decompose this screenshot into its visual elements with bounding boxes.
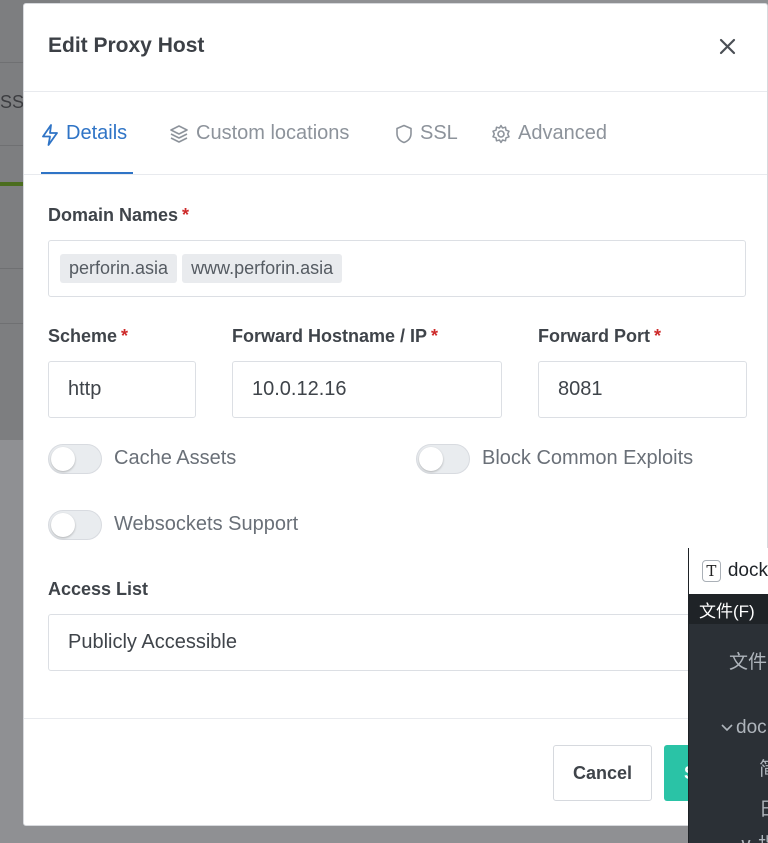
forward-port-label-text: Forward Port bbox=[538, 326, 651, 346]
tab-advanced[interactable]: Advanced bbox=[491, 122, 607, 174]
forward-hostname-value: 10.0.12.16 bbox=[252, 378, 347, 400]
file-manager-titlebar[interactable]: T dock bbox=[689, 548, 768, 594]
tab-custom-locations[interactable]: Custom locations bbox=[169, 122, 349, 174]
domain-tag[interactable]: www.perforin.asia bbox=[182, 254, 343, 283]
file-manager-row[interactable]: 文件 bbox=[729, 647, 767, 674]
file-manager-child[interactable]: 日 bbox=[759, 794, 768, 821]
required-mark: * bbox=[121, 326, 129, 346]
close-button[interactable] bbox=[715, 34, 739, 58]
domain-names-label-text: Domain Names bbox=[48, 205, 179, 225]
file-manager-title: dock bbox=[727, 560, 768, 581]
file-manager-child[interactable]: 简 bbox=[759, 754, 768, 781]
domain-tag[interactable]: perforin.asia bbox=[60, 254, 178, 283]
scheme-value: http bbox=[68, 378, 102, 400]
menu-file[interactable]: 文件(F) bbox=[699, 597, 755, 622]
required-mark: * bbox=[654, 326, 662, 346]
required-mark: * bbox=[431, 326, 439, 346]
bolt-icon bbox=[42, 124, 58, 146]
file-manager-child[interactable]: ∨ 指 bbox=[739, 830, 768, 843]
file-manager-window[interactable]: T dock 文件(F) 文件 doc 简 日 ∨ 指 bbox=[688, 548, 768, 843]
access-list-label: Access List bbox=[48, 579, 149, 599]
tab-details-label: Details bbox=[66, 122, 128, 144]
close-icon bbox=[719, 38, 735, 54]
layers-icon bbox=[170, 125, 188, 143]
access-list-value: Publicly Accessible bbox=[68, 631, 237, 653]
block-common-exploits-toggle[interactable] bbox=[416, 444, 470, 474]
modal-footer: Cancel Save bbox=[24, 718, 768, 826]
domain-names-label: Domain Names * bbox=[48, 205, 189, 226]
tab-advanced-label: Advanced bbox=[518, 122, 607, 144]
modal-title: Edit Proxy Host bbox=[48, 34, 205, 57]
shield-icon bbox=[396, 124, 412, 144]
scheme-label-text: Scheme bbox=[48, 326, 118, 346]
folder-name: doc bbox=[736, 717, 767, 738]
tab-ssl-label: SSL bbox=[420, 122, 458, 144]
cache-assets-label: Cache Assets bbox=[114, 447, 237, 469]
forward-hostname-label: Forward Hostname / IP * bbox=[232, 326, 438, 347]
forward-port-label: Forward Port * bbox=[538, 326, 661, 347]
cache-assets-toggle[interactable] bbox=[48, 444, 102, 474]
access-list-select[interactable]: Publicly Accessible bbox=[48, 614, 746, 671]
edit-proxy-host-modal: Edit Proxy Host Details Custom locations bbox=[23, 3, 768, 826]
chevron-down-icon bbox=[721, 724, 733, 732]
scheme-label: Scheme * bbox=[48, 326, 128, 347]
tab-ssl[interactable]: SSL bbox=[395, 122, 458, 174]
background-status-bar bbox=[0, 182, 24, 186]
file-manager-folder[interactable]: doc bbox=[721, 717, 767, 739]
websockets-support-label: Websockets Support bbox=[114, 513, 299, 535]
cancel-button[interactable]: Cancel bbox=[553, 745, 652, 801]
websockets-support-toggle[interactable] bbox=[48, 510, 102, 540]
forward-hostname-label-text: Forward Hostname / IP bbox=[232, 326, 428, 346]
block-common-exploits-label: Block Common Exploits bbox=[482, 447, 694, 469]
text-editor-icon: T bbox=[702, 560, 721, 582]
modal-header: Edit Proxy Host bbox=[24, 4, 767, 92]
forward-hostname-input[interactable]: 10.0.12.16 bbox=[232, 361, 502, 418]
forward-port-value: 8081 bbox=[558, 378, 603, 400]
domain-names-input[interactable]: perforin.asia www.perforin.asia bbox=[48, 240, 746, 297]
required-mark: * bbox=[182, 205, 190, 225]
file-manager-menubar: 文件(F) bbox=[689, 594, 768, 624]
tab-details[interactable]: Details bbox=[41, 122, 133, 174]
gear-icon bbox=[492, 124, 510, 144]
tab-custom-locations-label: Custom locations bbox=[196, 122, 350, 144]
modal-tabs: Details Custom locations SSL Advanced bbox=[24, 92, 767, 175]
scheme-input[interactable]: http bbox=[48, 361, 196, 418]
forward-port-input[interactable]: 8081 bbox=[538, 361, 747, 418]
